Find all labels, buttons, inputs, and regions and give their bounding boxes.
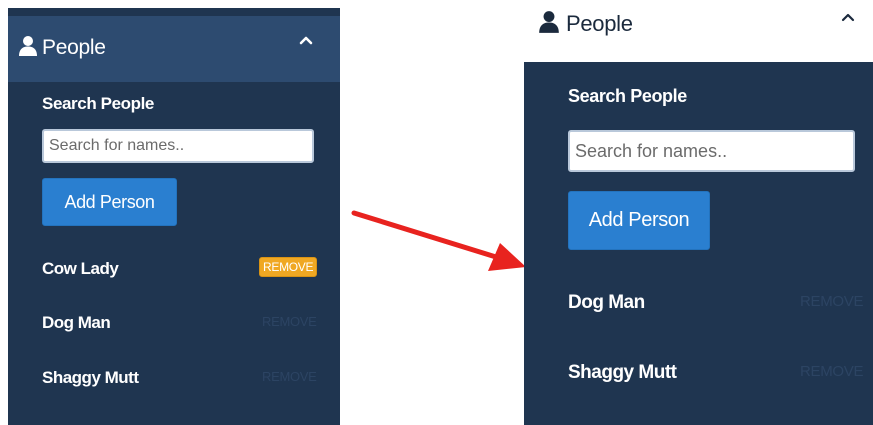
search-input[interactable] (42, 129, 314, 163)
remove-button[interactable]: REMOVE (800, 363, 864, 380)
people-panel-after: Search People Add Person Dog Man REMOVE … (524, 62, 873, 425)
red-arrow-icon (351, 210, 526, 271)
comparison-scene: People Search People Add Person Cow Lady… (0, 0, 873, 425)
person-icon (539, 11, 559, 33)
add-person-button[interactable]: Add Person (568, 191, 710, 250)
search-input[interactable] (568, 130, 855, 172)
person-name: Shaggy Mutt (42, 368, 139, 387)
person-name: Dog Man (568, 292, 645, 313)
people-panel-before: People Search People Add Person Cow Lady… (8, 8, 340, 425)
remove-button[interactable]: REMOVE (800, 293, 864, 310)
people-panel-header[interactable]: People (8, 16, 340, 82)
people-panel-header[interactable]: People (524, 0, 873, 60)
remove-button[interactable]: REMOVE (262, 314, 317, 329)
remove-button[interactable]: REMOVE (262, 369, 317, 384)
person-name: Cow Lady (42, 259, 119, 278)
person-icon (19, 36, 37, 56)
remove-button[interactable]: REMOVE (259, 257, 318, 277)
chevron-up-icon[interactable] (298, 33, 314, 47)
panel-title: People (42, 36, 106, 59)
add-person-button[interactable]: Add Person (42, 178, 177, 226)
person-name: Dog Man (42, 313, 111, 332)
search-people-label: Search People (42, 94, 154, 113)
search-people-label: Search People (568, 86, 687, 106)
panel-title: People (566, 11, 633, 36)
person-name: Shaggy Mutt (568, 362, 677, 383)
chevron-up-icon[interactable] (840, 10, 856, 24)
